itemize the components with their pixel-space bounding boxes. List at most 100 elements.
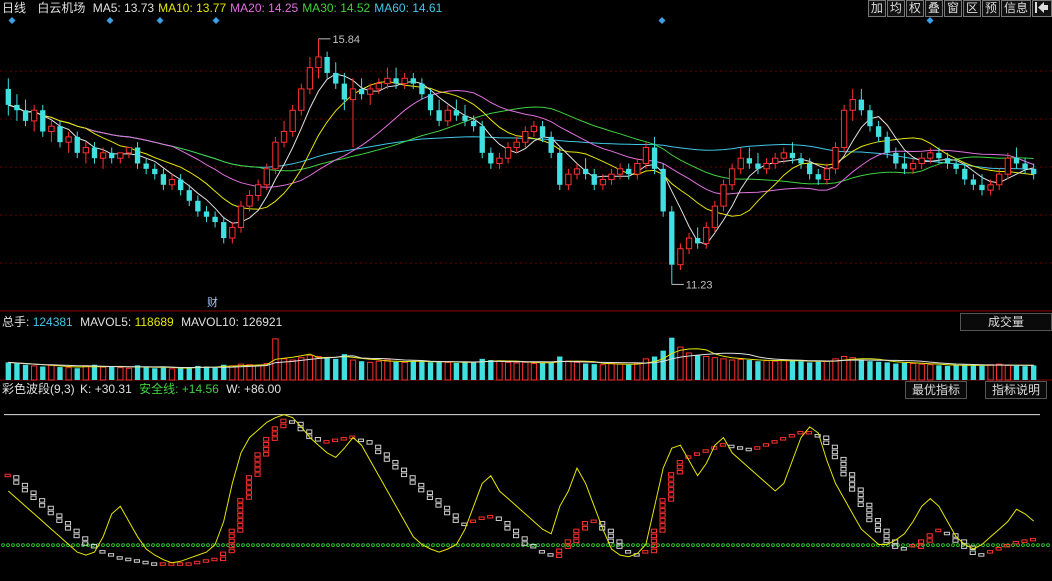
candle-body [427, 94, 434, 111]
candle [763, 158, 770, 175]
safe-line-dot [386, 543, 390, 547]
candle [548, 131, 554, 159]
safe-line-dot [261, 543, 265, 547]
candle [289, 104, 296, 137]
candle [272, 136, 279, 175]
safe-line-dot [581, 543, 585, 547]
safe-line-dot [106, 543, 110, 547]
ma10-line [8, 80, 1034, 217]
volume-bar [22, 364, 29, 380]
price-chart[interactable]: 15.84 11.23 财 [0, 17, 1052, 317]
wave-box [788, 434, 795, 438]
volume-bar [358, 361, 365, 380]
safe-line-dot [381, 543, 385, 547]
info-button[interactable]: 信息 [1000, 0, 1031, 17]
price-header: 日线 白云机场 MA5: 13.73 MA10: 13.77 MA20: 14.25… [2, 0, 450, 16]
wave-box [142, 560, 149, 565]
safe-line-dot [771, 543, 775, 547]
indicator-explain-button[interactable]: 指标说明 [985, 381, 1048, 399]
candle [996, 168, 1003, 191]
safe-line-dot [361, 543, 365, 547]
wave-box [168, 562, 175, 566]
candle-body [962, 168, 968, 180]
wave-box [452, 518, 459, 523]
safe-line-dot [216, 543, 220, 547]
safe-line-dot [151, 543, 155, 547]
indicator-chart[interactable] [0, 399, 1052, 581]
candle [349, 78, 357, 148]
volume-chart[interactable] [0, 331, 1052, 381]
wave-box [340, 437, 347, 441]
wave-box [840, 461, 847, 467]
period-label[interactable]: 日线 [2, 1, 26, 15]
safe-line-dot [356, 543, 360, 547]
safe-line-dot [986, 543, 990, 547]
safe-line-dot [266, 543, 270, 547]
safe-line-dot [136, 543, 140, 547]
safe-line-dot [591, 543, 595, 547]
safe-line-dot [16, 543, 20, 547]
wave-box [823, 435, 830, 441]
volume-bar [212, 367, 218, 380]
candle [832, 142, 839, 175]
candle-body [125, 147, 133, 154]
indicator-name[interactable]: 彩色波段(9,3) [2, 382, 75, 396]
wave-box [263, 447, 270, 452]
volume-dropdown[interactable]: 成交量 [960, 313, 1052, 331]
candle-body [504, 147, 512, 159]
safe-line-dot [871, 543, 875, 547]
average-button[interactable]: 均 [886, 0, 905, 17]
candle-body [444, 109, 451, 122]
candle-body [212, 216, 218, 223]
wave-box [857, 492, 864, 497]
safe-line-dot [466, 543, 470, 547]
candle-body [462, 115, 468, 121]
safe-line-dot [556, 543, 560, 547]
volume-bar [711, 357, 719, 381]
candle-body [728, 168, 736, 186]
candle-body [642, 147, 650, 164]
add-button[interactable]: 加 [867, 0, 886, 17]
volume-bar [987, 364, 994, 381]
safe-line-dot [131, 543, 135, 547]
range-button[interactable]: 区 [962, 0, 981, 17]
safe-line-dot [376, 543, 380, 547]
safe-line-dot [291, 543, 295, 547]
volume-bar [160, 367, 167, 380]
wave-box [607, 533, 614, 539]
safe-line-dot [281, 543, 285, 547]
volume-bar [557, 356, 563, 380]
candle-body [306, 67, 314, 90]
wave-box [607, 528, 614, 534]
overlay-button[interactable]: 叠 [924, 0, 943, 17]
pin-icon[interactable] [1032, 0, 1052, 17]
rights-button[interactable]: 权 [905, 0, 924, 17]
safe-line-dot [931, 543, 935, 547]
candle [557, 147, 563, 191]
volume-bar [867, 361, 873, 380]
safe-line-dot [826, 543, 830, 547]
best-indicator-button[interactable]: 最优指标 [905, 381, 968, 399]
wave-box [271, 426, 278, 431]
candle [522, 126, 529, 148]
wave-box [650, 538, 657, 544]
wave-box [762, 443, 769, 447]
candle [229, 222, 236, 244]
window-button[interactable]: 窗 [943, 0, 962, 17]
candle [979, 174, 985, 196]
candle [298, 83, 305, 116]
volume-bar [685, 352, 693, 381]
safe-line-dot [46, 543, 50, 547]
candle-body [616, 168, 624, 175]
volume-bar [591, 364, 597, 380]
wave-box [202, 559, 209, 563]
wave-box [116, 556, 123, 560]
wave-box [693, 452, 701, 456]
safe-line-dot [491, 543, 495, 547]
forecast-button[interactable]: 预 [981, 0, 1000, 17]
volume-bar [367, 361, 374, 381]
wave-box [797, 430, 804, 435]
wave-box [254, 457, 261, 462]
volume-bar [823, 360, 831, 381]
candle [109, 147, 115, 164]
